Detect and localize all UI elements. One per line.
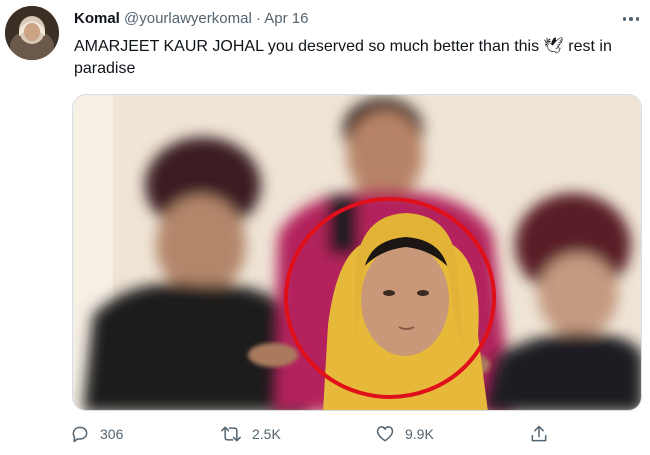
avatar-image	[5, 6, 59, 60]
tweet-photo[interactable]	[72, 94, 642, 411]
retweet-count: 2.5K	[252, 426, 281, 442]
tweet-actions: 306 2.5K 9.9K	[70, 424, 630, 450]
more-options-button[interactable]	[619, 9, 643, 29]
author-handle[interactable]: @yourlawyerkomal	[124, 10, 252, 27]
separator-dot: ·	[255, 10, 261, 27]
photo-image	[73, 95, 641, 410]
share-icon	[531, 425, 547, 442]
more-dot-icon	[635, 17, 640, 21]
tweet-date[interactable]: Apr 16	[264, 10, 308, 27]
more-dot-icon	[629, 17, 633, 21]
heart-icon	[376, 426, 394, 442]
author-name[interactable]: Komal	[74, 10, 120, 27]
more-dot-icon	[622, 17, 627, 21]
share-button[interactable]	[529, 424, 549, 444]
avatar[interactable]	[5, 6, 59, 60]
retweet-button[interactable]: 2.5K	[220, 424, 281, 444]
reply-icon	[72, 426, 88, 443]
tweet-header: Komal @yourlawyerkomal · Apr 16	[74, 10, 309, 27]
reply-count: 306	[100, 426, 124, 442]
reply-button[interactable]: 306	[70, 424, 123, 444]
like-button[interactable]: 9.9K	[375, 424, 434, 444]
tweet-text: AMARJEET KAUR JOHAL you deserved so much…	[74, 38, 612, 77]
retweet-icon	[221, 426, 241, 442]
like-count: 9.9K	[405, 426, 434, 442]
